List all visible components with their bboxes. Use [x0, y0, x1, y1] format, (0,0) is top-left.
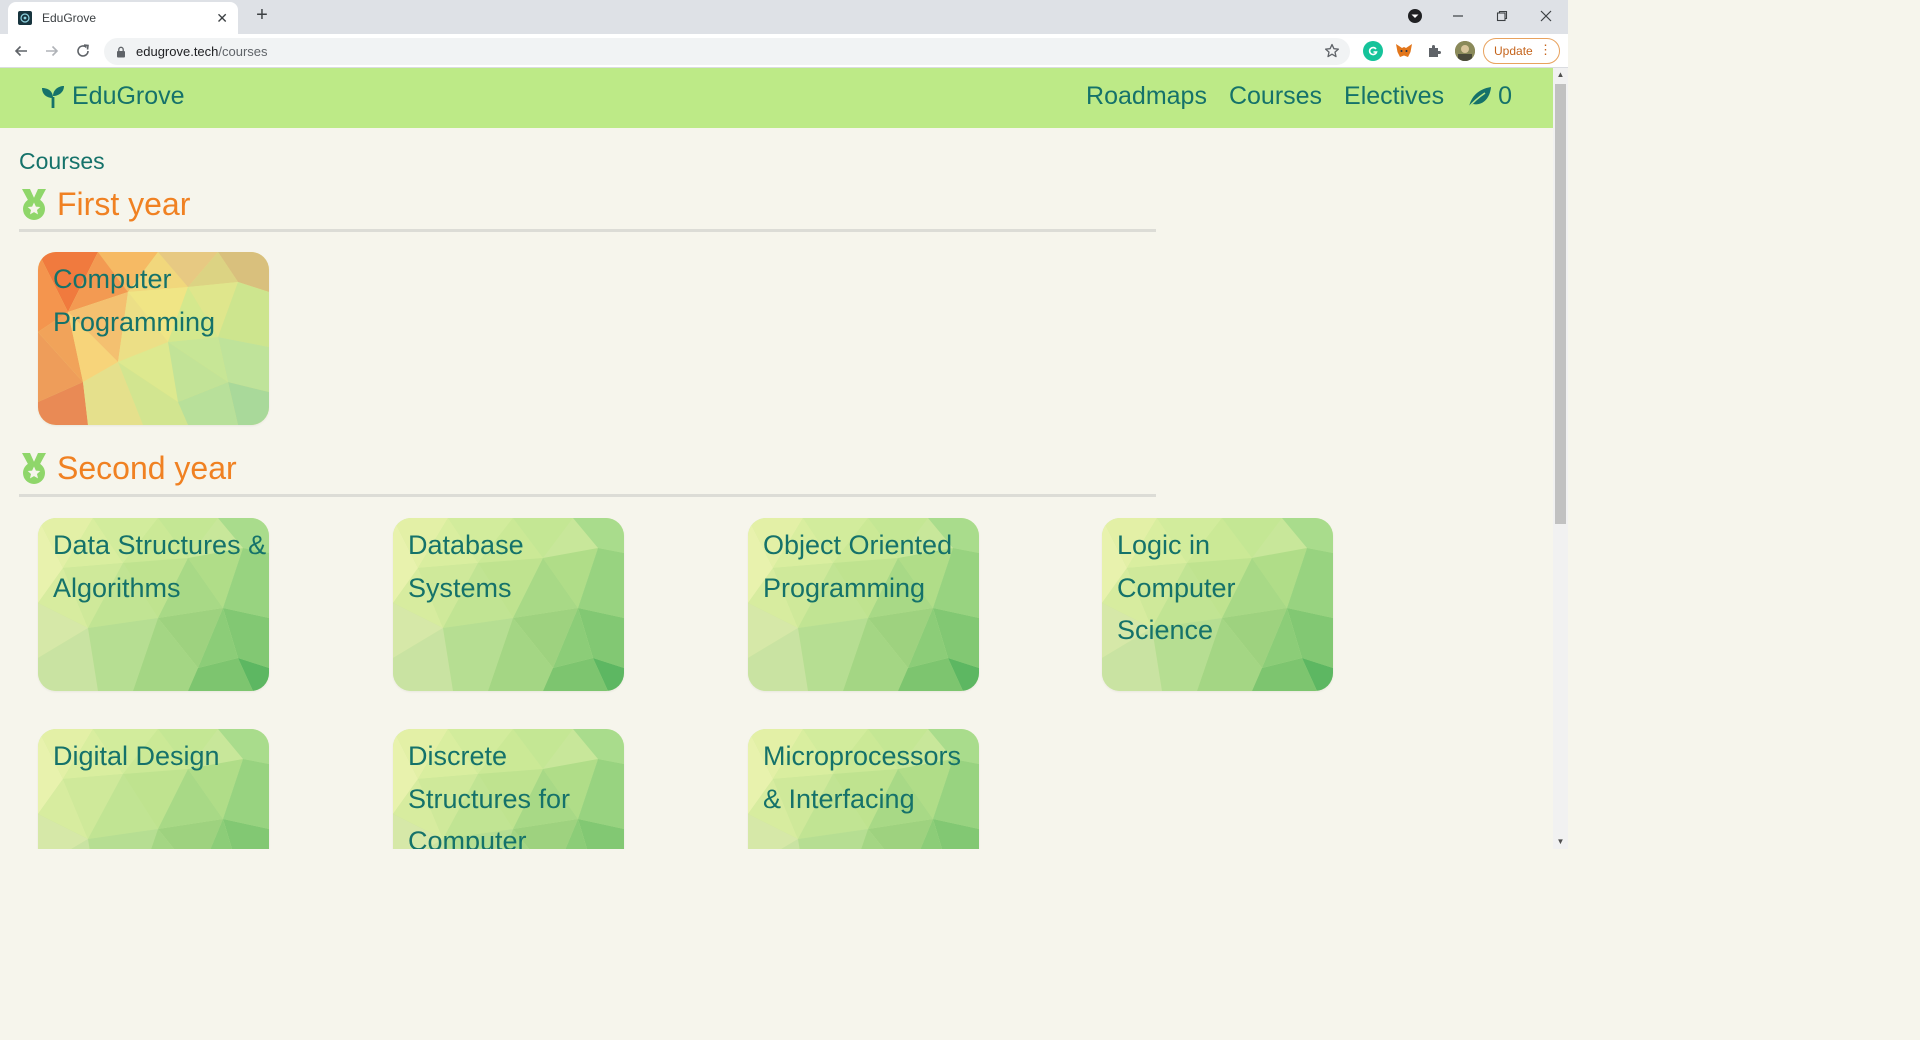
course-title: Object Oriented Programming	[763, 530, 953, 603]
course-title: Logic in Computer Science	[1117, 530, 1236, 645]
section-title-first-year: First year	[57, 186, 191, 222]
more-menu-icon[interactable]: ⋮	[1539, 43, 1552, 57]
nav-links: Roadmaps Courses Electives 0	[1064, 82, 1512, 111]
metamask-extension-icon[interactable]	[1394, 41, 1414, 61]
browser-tab[interactable]: EduGrove ✕	[8, 2, 238, 34]
course-title: Microprocessors & Interfacing	[763, 741, 962, 814]
site-navbar: EduGrove Roadmaps Courses Electives 0	[0, 68, 1553, 128]
leaf-count-value: 0	[1498, 82, 1512, 110]
profile-avatar[interactable]	[1455, 41, 1475, 61]
brand-link[interactable]: EduGrove	[40, 82, 185, 111]
scroll-up-arrow-icon[interactable]: ▲	[1553, 68, 1568, 82]
course-card-microprocessors-interfacing[interactable]: Microprocessors & Interfacing	[748, 729, 979, 849]
course-card-database-systems[interactable]: Database Systems	[393, 518, 624, 691]
course-card-object-oriented-programming[interactable]: Object Oriented Programming	[748, 518, 979, 691]
browser-toolbar: edugrove.tech/courses Update ⋮	[0, 34, 1568, 68]
section-divider	[19, 229, 1156, 232]
nav-courses[interactable]: Courses	[1229, 82, 1322, 111]
section-first-year: First year	[19, 186, 190, 223]
bookmark-star-icon[interactable]	[1324, 43, 1340, 64]
browser-tab-strip: EduGrove ✕ +	[0, 0, 1568, 34]
leaf-icon	[1467, 86, 1492, 109]
course-title: Database Systems	[408, 530, 524, 603]
course-card-logic-in-computer-science[interactable]: Logic in Computer Science	[1102, 518, 1333, 691]
tab-title: EduGrove	[42, 11, 97, 25]
lock-icon	[116, 46, 126, 58]
close-window-icon[interactable]	[1524, 0, 1568, 32]
url-path: /courses	[218, 44, 268, 59]
brand-name: EduGrove	[72, 82, 185, 110]
update-button[interactable]: Update ⋮	[1483, 38, 1560, 64]
course-title: Data Structures & Algorithms	[53, 530, 267, 603]
course-card-computer-programming[interactable]: Computer Programming	[38, 252, 269, 425]
back-arrow-icon[interactable]	[9, 39, 33, 63]
course-card-digital-design[interactable]: Digital Design	[38, 729, 269, 849]
profile-dropdown-icon[interactable]	[1393, 0, 1437, 32]
scroll-thumb[interactable]	[1555, 84, 1566, 524]
scroll-down-arrow-icon[interactable]: ▼	[1553, 835, 1568, 849]
vertical-scrollbar[interactable]: ▲ ▼	[1553, 68, 1568, 849]
medal-icon	[22, 188, 46, 220]
forward-arrow-icon[interactable]	[40, 39, 64, 63]
new-tab-icon[interactable]: +	[250, 4, 274, 28]
course-card-data-structures-algorithms[interactable]: Data Structures & Algorithms	[38, 518, 269, 691]
course-title: Discrete Structures for Computer	[408, 741, 571, 849]
nav-electives[interactable]: Electives	[1344, 82, 1444, 111]
sprout-icon	[42, 85, 64, 108]
edugrove-favicon-icon	[18, 11, 32, 25]
page-viewport: EduGrove Roadmaps Courses Electives 0 Co…	[0, 68, 1553, 849]
update-label: Update	[1494, 44, 1533, 58]
page-title: Courses	[19, 148, 105, 174]
reload-icon[interactable]	[71, 39, 95, 63]
leaf-points[interactable]: 0	[1466, 82, 1512, 111]
grammarly-extension-icon[interactable]	[1363, 41, 1383, 61]
nav-roadmaps[interactable]: Roadmaps	[1086, 82, 1207, 111]
minimize-icon[interactable]	[1436, 0, 1480, 32]
restore-icon[interactable]	[1480, 0, 1524, 32]
section-second-year: Second year	[19, 450, 237, 487]
section-divider	[19, 494, 1156, 497]
section-title-second-year: Second year	[57, 450, 237, 486]
extensions-puzzle-icon[interactable]	[1424, 41, 1444, 61]
course-title: Computer Programming	[53, 264, 216, 337]
course-title: Digital Design	[53, 741, 220, 771]
course-card-discrete-structures[interactable]: Discrete Structures for Computer	[393, 729, 624, 849]
medal-icon	[22, 452, 46, 484]
tab-close-icon[interactable]: ✕	[216, 10, 228, 27]
address-bar[interactable]: edugrove.tech/courses	[104, 38, 1350, 65]
url-host: edugrove.tech	[136, 44, 219, 59]
